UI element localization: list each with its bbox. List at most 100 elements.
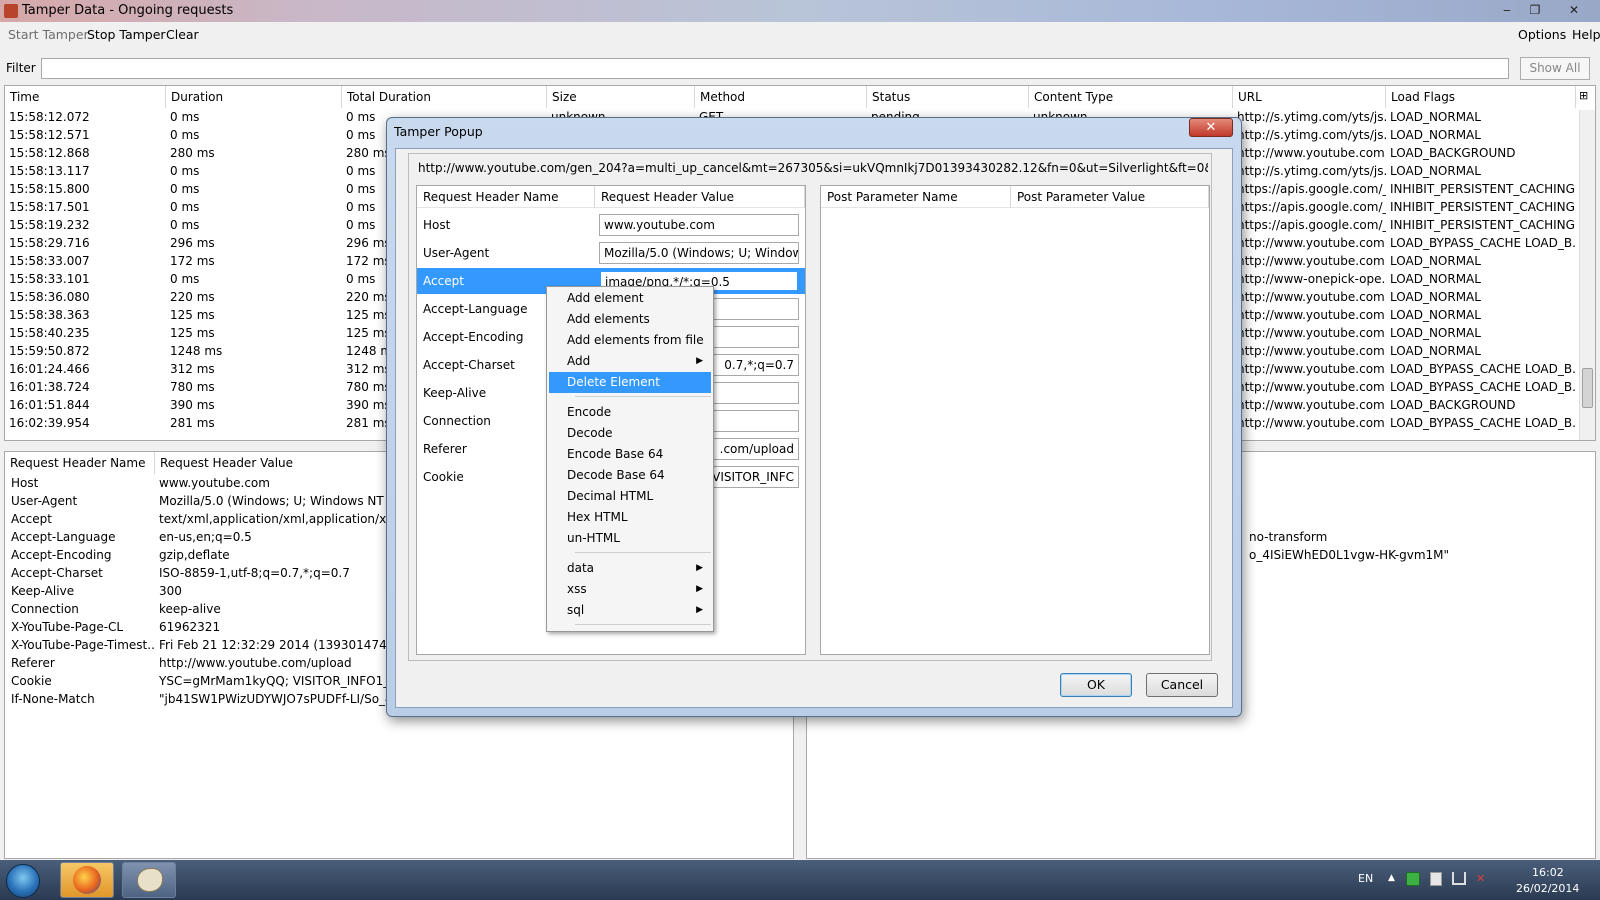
submenu-arrow-icon: ▶ bbox=[696, 563, 703, 573]
requests-scrollbar[interactable] bbox=[1579, 110, 1595, 440]
menu-add-label: Add bbox=[567, 354, 591, 368]
popup-header-row[interactable]: Host www.youtube.com bbox=[417, 212, 805, 238]
ok-button[interactable]: OK bbox=[1060, 673, 1132, 697]
header-name-cell: Keep-Alive bbox=[11, 584, 75, 598]
post-col-value[interactable]: Post Parameter Value bbox=[1011, 186, 1209, 208]
menu-encode[interactable]: Encode bbox=[549, 402, 711, 423]
col-header-name[interactable]: Request Header Name bbox=[5, 452, 155, 474]
col-total-duration[interactable]: Total Duration bbox=[342, 86, 547, 108]
show-all-button[interactable]: Show All bbox=[1520, 57, 1590, 80]
header-name-cell: Accept bbox=[11, 512, 52, 526]
menu-add-element[interactable]: Add element bbox=[549, 288, 711, 309]
menu-encode-base64[interactable]: Encode Base 64 bbox=[549, 444, 711, 465]
menu-xss[interactable]: xss ▶ bbox=[549, 579, 711, 600]
popup-col-name[interactable]: Request Header Name bbox=[417, 186, 595, 208]
dialog-close-button[interactable]: ✕ bbox=[1189, 118, 1233, 137]
menu-add-elements[interactable]: Add elements bbox=[549, 309, 711, 330]
header-name-cell: User-Agent bbox=[11, 494, 78, 508]
menu-separator bbox=[575, 552, 711, 553]
menu-decimal-html[interactable]: Decimal HTML bbox=[549, 486, 711, 507]
duration-cell: 280 ms bbox=[170, 146, 215, 160]
network-icon[interactable] bbox=[1452, 872, 1466, 885]
menu-decode[interactable]: Decode bbox=[549, 423, 711, 444]
firefox-taskbar-button[interactable] bbox=[60, 862, 114, 898]
load-flags-cell: LOAD_NORMAL bbox=[1390, 254, 1481, 268]
column-picker-icon[interactable]: ⊞ bbox=[1579, 89, 1588, 102]
header-name-cell: Connection bbox=[11, 602, 79, 616]
load-flags-cell: LOAD_NORMAL bbox=[1390, 326, 1481, 340]
menu-add[interactable]: Add ▶ bbox=[549, 351, 711, 372]
load-flags-cell: LOAD_BYPASS_CACHE LOAD_B... bbox=[1390, 380, 1576, 394]
menu-clear[interactable]: Clear bbox=[166, 27, 199, 42]
window-title: Tamper Data - Ongoing requests bbox=[22, 3, 234, 18]
time-cell: 15:58:12.868 bbox=[9, 146, 90, 160]
maximize-button[interactable]: ❐ bbox=[1524, 2, 1546, 18]
time-cell: 15:58:15.800 bbox=[9, 182, 90, 196]
minimize-button[interactable]: ‒ bbox=[1496, 2, 1518, 18]
load-flags-cell: LOAD_BACKGROUND bbox=[1390, 146, 1516, 160]
popup-header-name: User-Agent bbox=[423, 246, 490, 260]
action-center-icon[interactable] bbox=[1430, 872, 1442, 886]
cancel-button[interactable]: Cancel bbox=[1146, 673, 1218, 697]
menu-data[interactable]: data ▶ bbox=[549, 558, 711, 579]
load-flags-cell: LOAD_NORMAL bbox=[1390, 272, 1481, 286]
header-name-cell: X-YouTube-Page-CL bbox=[11, 620, 124, 634]
col-url[interactable]: URL bbox=[1233, 86, 1386, 108]
header-name-cell: If-None-Match bbox=[11, 692, 95, 706]
time-cell: 15:58:33.007 bbox=[9, 254, 90, 268]
menu-decode-base64[interactable]: Decode Base 64 bbox=[549, 465, 711, 486]
clock-date[interactable]: 26/02/2014 bbox=[1516, 882, 1579, 895]
duration-cell: 0 ms bbox=[170, 110, 200, 124]
col-load-flags[interactable]: Load Flags bbox=[1386, 86, 1576, 108]
col-status[interactable]: Status bbox=[867, 86, 1029, 108]
duration-cell: 281 ms bbox=[170, 416, 215, 430]
menu-sql[interactable]: sql ▶ bbox=[549, 600, 711, 621]
col-time[interactable]: Time bbox=[5, 86, 166, 108]
load-flags-cell: INHIBIT_PERSISTENT_CACHING bbox=[1390, 200, 1575, 214]
url-cell: http://s.ytimg.com/yts/js... bbox=[1237, 128, 1386, 142]
url-cell: http://s.ytimg.com/yts/js... bbox=[1237, 164, 1386, 178]
url-cell: http://www.youtube.com... bbox=[1237, 254, 1386, 268]
clock-time[interactable]: 16:02 bbox=[1532, 866, 1564, 879]
menu-bar bbox=[0, 22, 1600, 48]
filter-input[interactable] bbox=[41, 58, 1509, 79]
time-cell: 16:02:39.954 bbox=[9, 416, 90, 430]
post-col-name[interactable]: Post Parameter Name bbox=[821, 186, 1011, 208]
menu-un-html[interactable]: un-HTML bbox=[549, 528, 711, 549]
url-cell: http://www.youtube.com... bbox=[1237, 380, 1386, 394]
show-hidden-icons-button[interactable]: ▲ bbox=[1388, 873, 1395, 883]
popup-col-value[interactable]: Request Header Value bbox=[595, 186, 805, 208]
url-cell: http://www.youtube.com... bbox=[1237, 344, 1386, 358]
language-indicator[interactable]: EN bbox=[1358, 872, 1373, 885]
col-method[interactable]: Method bbox=[695, 86, 867, 108]
url-cell: http://www.youtube.com... bbox=[1237, 362, 1386, 376]
time-cell: 15:58:12.571 bbox=[9, 128, 90, 142]
menu-help[interactable]: Help bbox=[1572, 27, 1600, 42]
menu-stop-tamper[interactable]: Stop Tamper bbox=[87, 27, 166, 42]
col-size[interactable]: Size bbox=[547, 86, 695, 108]
tray-app-icon[interactable] bbox=[1406, 872, 1420, 886]
menu-delete-element[interactable]: Delete Element bbox=[549, 372, 711, 393]
col-duration[interactable]: Duration bbox=[166, 86, 342, 108]
close-button[interactable]: ✕ bbox=[1563, 2, 1585, 18]
load-flags-cell: LOAD_BYPASS_CACHE LOAD_B... bbox=[1390, 362, 1576, 376]
start-button[interactable] bbox=[6, 864, 40, 898]
paint-taskbar-button[interactable] bbox=[122, 862, 176, 898]
popup-header-row[interactable]: User-Agent Mozilla/5.0 (Windows; U; Windo… bbox=[417, 240, 805, 266]
menu-separator bbox=[575, 624, 711, 625]
header-name-cell: X-YouTube-Page-Timest... bbox=[11, 638, 155, 652]
menu-add-elements-from-file[interactable]: Add elements from file bbox=[549, 330, 711, 351]
popup-header-value-input[interactable]: Mozilla/5.0 (Windows; U; Windows N bbox=[599, 242, 799, 264]
load-flags-cell: LOAD_NORMAL bbox=[1390, 290, 1481, 304]
time-cell: 15:58:17.501 bbox=[9, 200, 90, 214]
duration-cell: 390 ms bbox=[170, 398, 215, 412]
menu-start-tamper[interactable]: Start Tamper bbox=[8, 27, 89, 42]
popup-header-value-input[interactable]: www.youtube.com bbox=[599, 214, 799, 236]
col-content-type[interactable]: Content Type bbox=[1029, 86, 1233, 108]
menu-options[interactable]: Options bbox=[1518, 27, 1566, 42]
menu-hex-html[interactable]: Hex HTML bbox=[549, 507, 711, 528]
menu-xss-label: xss bbox=[567, 582, 587, 596]
volume-muted-icon[interactable]: ✕ bbox=[1476, 872, 1490, 886]
filter-label: Filter bbox=[6, 61, 36, 75]
scrollbar-thumb[interactable] bbox=[1582, 368, 1593, 408]
